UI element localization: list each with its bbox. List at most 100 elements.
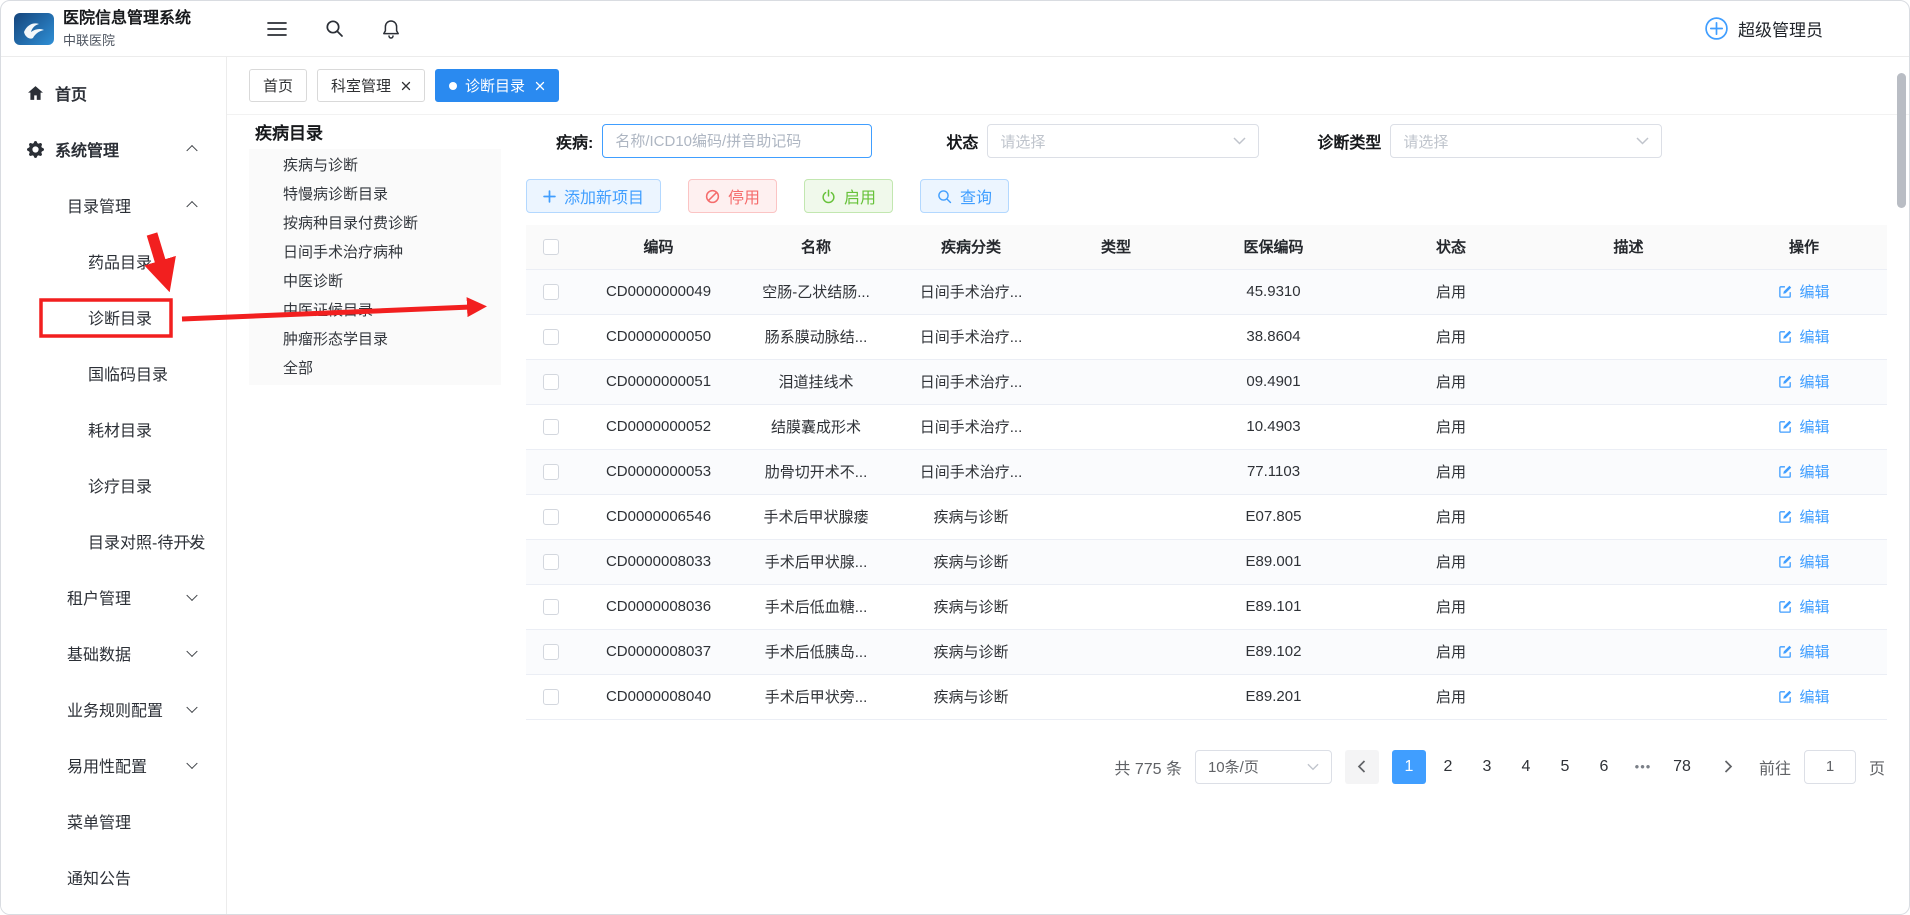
- goto-page-input[interactable]: [1804, 750, 1856, 784]
- add-item-button[interactable]: 添加新项目: [526, 179, 661, 213]
- edit-button[interactable]: 编辑: [1778, 686, 1829, 707]
- chevron-up-icon: [186, 145, 197, 156]
- sidebar-item-药品目录[interactable]: 药品目录: [1, 233, 226, 289]
- user-menu[interactable]: 超级管理员: [1704, 16, 1909, 41]
- catalog-panel-title: 疾病目录: [249, 119, 501, 149]
- sidebar-item-目录管理[interactable]: 目录管理: [1, 177, 226, 233]
- disable-button[interactable]: 停用: [688, 179, 777, 213]
- search-icon: [937, 189, 952, 204]
- sidebar-item-通知公告[interactable]: 通知公告: [1, 849, 226, 905]
- catalog-item-特慢病诊断目录[interactable]: 特慢病诊断目录: [249, 180, 501, 209]
- edit-icon: [1778, 419, 1793, 434]
- pagination: 共 775 条 10条/页 123456•••78: [526, 750, 1885, 784]
- vertical-scrollbar[interactable]: [1897, 73, 1906, 208]
- page-6[interactable]: 6: [1587, 750, 1621, 784]
- page-2[interactable]: 2: [1431, 750, 1465, 784]
- cell-status: 启用: [1366, 449, 1536, 494]
- page-1[interactable]: 1: [1392, 750, 1426, 784]
- row-checkbox[interactable]: [543, 644, 559, 660]
- page-5[interactable]: 5: [1548, 750, 1582, 784]
- tab-label: 诊断目录: [465, 75, 525, 96]
- edit-button[interactable]: 编辑: [1778, 461, 1829, 482]
- sidebar-item-label: 通知公告: [67, 865, 131, 889]
- catalog-item-全部[interactable]: 全部: [249, 354, 501, 383]
- cell-description: [1536, 314, 1721, 359]
- page-78[interactable]: 78: [1665, 750, 1699, 784]
- app-header: 医院信息管理系统 中联医院 超级管理员: [1, 1, 1909, 57]
- catalog-item-中医证候目录[interactable]: 中医证候目录: [249, 296, 501, 325]
- edit-button[interactable]: 编辑: [1778, 551, 1829, 572]
- collapse-menu-icon[interactable]: [267, 21, 287, 37]
- cell-category: 疾病与诊断: [891, 494, 1051, 539]
- column-header-状态: 状态: [1366, 225, 1536, 269]
- page-ellipsis[interactable]: •••: [1626, 750, 1660, 784]
- sidebar-item-国临码目录[interactable]: 国临码目录: [1, 345, 226, 401]
- edit-button[interactable]: 编辑: [1778, 416, 1829, 437]
- disease-search-input[interactable]: [602, 124, 872, 158]
- row-checkbox[interactable]: [543, 509, 559, 525]
- chevron-down-icon: [186, 702, 197, 713]
- sidebar-item-菜单管理[interactable]: 菜单管理: [1, 793, 226, 849]
- catalog-item-中医诊断[interactable]: 中医诊断: [249, 267, 501, 296]
- status-select[interactable]: 请选择: [987, 124, 1259, 158]
- row-checkbox[interactable]: [543, 374, 559, 390]
- catalog-item-疾病与诊断[interactable]: 疾病与诊断: [249, 151, 501, 180]
- diagnosis-type-select[interactable]: 请选择: [1390, 124, 1662, 158]
- row-checkbox[interactable]: [543, 554, 559, 570]
- sidebar-item-耗材目录[interactable]: 耗材目录: [1, 401, 226, 457]
- row-checkbox[interactable]: [543, 464, 559, 480]
- cell-category: 疾病与诊断: [891, 674, 1051, 719]
- tab-close-icon[interactable]: [401, 81, 411, 91]
- cell-type: [1051, 629, 1181, 674]
- sidebar-item-易用性配置[interactable]: 易用性配置: [1, 737, 226, 793]
- table-row: CD0000000049 空肠-乙状结肠... 日间手术治疗... 45.931…: [526, 269, 1887, 314]
- catalog-item-按病种目录付费诊断[interactable]: 按病种目录付费诊断: [249, 209, 501, 238]
- cell-code: CD0000000050: [576, 314, 741, 359]
- prohibit-icon: [705, 189, 720, 204]
- page-4[interactable]: 4: [1509, 750, 1543, 784]
- prev-page-button[interactable]: [1345, 750, 1379, 784]
- sidebar-item-基础数据[interactable]: 基础数据: [1, 625, 226, 681]
- column-header-名称: 名称: [741, 225, 891, 269]
- tab-诊断目录[interactable]: 诊断目录: [435, 69, 559, 102]
- tab-label: 首页: [263, 75, 293, 96]
- cell-description: [1536, 674, 1721, 719]
- edit-button[interactable]: 编辑: [1778, 596, 1829, 617]
- search-icon[interactable]: [325, 19, 344, 38]
- next-page-button[interactable]: [1712, 750, 1746, 784]
- sidebar-item-诊断目录[interactable]: 诊断目录: [1, 289, 226, 345]
- cell-status: 启用: [1366, 584, 1536, 629]
- sidebar-item-业务规则配置[interactable]: 业务规则配置: [1, 681, 226, 737]
- notification-bell-icon[interactable]: [382, 19, 400, 39]
- sidebar-item-诊疗目录[interactable]: 诊疗目录: [1, 457, 226, 513]
- enable-button[interactable]: 启用: [804, 179, 893, 213]
- app-window: 医院信息管理系统 中联医院 超级管理员 首页: [0, 0, 1910, 915]
- catalog-item-肿瘤形态学目录[interactable]: 肿瘤形态学目录: [249, 325, 501, 354]
- row-checkbox[interactable]: [543, 599, 559, 615]
- select-all-header: [526, 225, 576, 269]
- row-checkbox[interactable]: [543, 689, 559, 705]
- cell-description: [1536, 494, 1721, 539]
- page-size-select[interactable]: 10条/页: [1195, 750, 1332, 784]
- page-3[interactable]: 3: [1470, 750, 1504, 784]
- row-checkbox[interactable]: [543, 284, 559, 300]
- app-logo: [14, 13, 54, 45]
- select-all-checkbox[interactable]: [543, 239, 559, 255]
- sidebar-item-首页[interactable]: 首页: [1, 65, 226, 121]
- row-checkbox[interactable]: [543, 329, 559, 345]
- edit-button[interactable]: 编辑: [1778, 641, 1829, 662]
- sidebar-item-租户管理[interactable]: 租户管理: [1, 569, 226, 625]
- tab-科室管理[interactable]: 科室管理: [317, 69, 425, 102]
- row-checkbox[interactable]: [543, 419, 559, 435]
- edit-button[interactable]: 编辑: [1778, 326, 1829, 347]
- catalog-item-日间手术治疗病种[interactable]: 日间手术治疗病种: [249, 238, 501, 267]
- filter-bar: 疾病: 状态 请选择 诊断类型 请选择: [526, 121, 1885, 161]
- tab-close-icon[interactable]: [535, 81, 545, 91]
- sidebar-item-目录对照-待开发[interactable]: 目录对照-待开发: [1, 513, 226, 569]
- query-button[interactable]: 查询: [920, 179, 1009, 213]
- edit-button[interactable]: 编辑: [1778, 506, 1829, 527]
- edit-button[interactable]: 编辑: [1778, 281, 1829, 302]
- sidebar-item-系统管理[interactable]: 系统管理: [1, 121, 226, 177]
- edit-button[interactable]: 编辑: [1778, 371, 1829, 392]
- tab-首页[interactable]: 首页: [249, 69, 307, 102]
